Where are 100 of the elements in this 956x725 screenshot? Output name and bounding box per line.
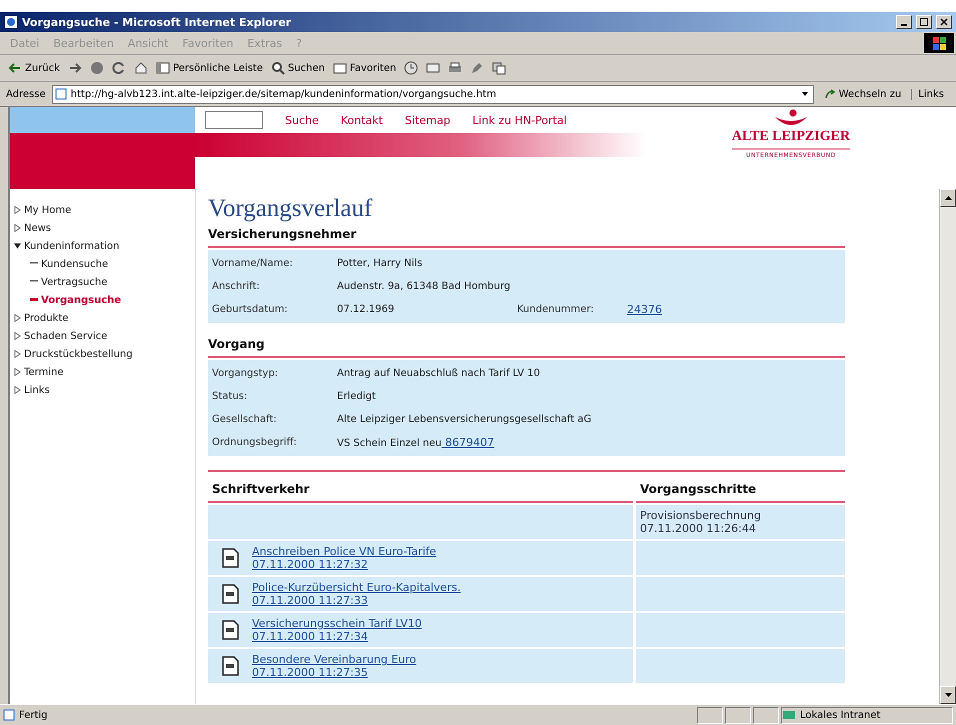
status-pane	[753, 706, 779, 724]
search-field[interactable]	[205, 111, 263, 129]
mail-icon	[426, 61, 440, 75]
collapsed-triangle-icon	[14, 206, 21, 214]
window-title: Vorgangsuche - Microsoft Internet Explorer	[22, 16, 292, 28]
field-value: Audenstr. 9a, 61348 Bad Homburg	[337, 281, 510, 292]
scroll-down-button[interactable]	[940, 686, 956, 704]
maximize-icon	[920, 18, 928, 26]
toolbar-button[interactable]: Zurück	[8, 61, 60, 75]
header-link[interactable]: Suche	[285, 114, 319, 126]
panel-icon	[156, 61, 170, 75]
nav-subitem[interactable]: Vertragsuche	[10, 273, 195, 291]
nav-item[interactable]: Produkte	[10, 309, 195, 327]
scrollbar[interactable]	[939, 189, 956, 704]
expanded-triangle-icon	[14, 242, 21, 250]
collapsed-triangle-icon	[14, 386, 21, 394]
column-header: Schriftverkehr	[208, 472, 633, 503]
document-link[interactable]: Versicherungsschein Tarif LV10	[252, 617, 422, 630]
document-icon	[222, 584, 240, 604]
header-link[interactable]: Link zu HN-Portal	[472, 114, 567, 126]
dash-icon	[30, 262, 38, 266]
toolbar-button[interactable]	[426, 61, 440, 75]
document-icon	[222, 548, 240, 568]
refresh-icon	[112, 61, 126, 75]
section-heading: Versicherungsnehmer	[208, 227, 845, 248]
toolbar-button[interactable]	[492, 61, 506, 75]
collapsed-triangle-icon	[14, 224, 21, 232]
toolbar-button[interactable]: Suchen	[270, 61, 325, 75]
address-field[interactable]: http://hg-alvb123.int.alte-leipziger.de/sitemap/kundeninformation/vorgangsuche.htm	[52, 84, 814, 104]
status-text: Fertig	[3, 709, 695, 721]
address-label: Adresse	[6, 88, 46, 100]
header-link[interactable]: Sitemap	[404, 114, 450, 126]
page-title: Vorgangsverlauf	[208, 195, 374, 223]
nav-item[interactable]: My Home	[10, 201, 195, 219]
dash-icon	[30, 280, 38, 284]
toolbar-button[interactable]: Persönliche Leiste	[156, 61, 263, 75]
nav-subitem[interactable]: Vorgangsuche	[10, 291, 195, 309]
step-text: Provisionsberechnung 07.11.2000 11:26:44	[640, 509, 761, 535]
close-icon	[940, 18, 948, 26]
back-arrow-icon	[8, 61, 22, 75]
nav-item[interactable]: Schaden Service	[10, 327, 195, 345]
dash-icon	[30, 298, 38, 302]
status-pane	[697, 706, 723, 724]
document-time-link[interactable]: 07.11.2000 11:27:33	[252, 594, 461, 607]
field-value: Antrag auf Neuabschluß nach Tarif LV 10	[337, 368, 540, 379]
clock-icon	[404, 61, 418, 75]
close-button[interactable]	[936, 15, 952, 29]
links-button[interactable]: Links	[911, 88, 950, 100]
field-label: Vorname/Name:	[212, 258, 294, 269]
stop-icon	[90, 61, 104, 75]
url-text: http://hg-alvb123.int.alte-leipziger.de/sitemap/kundeninformation/vorgangsuche.htm	[70, 88, 498, 100]
toolbar-button[interactable]: Favoriten	[332, 61, 396, 75]
field-label: Kundenummer:	[517, 304, 595, 315]
header-link[interactable]: Kontakt	[340, 114, 383, 126]
field-label: Anschrift:	[212, 281, 261, 292]
field-label: Ordnungsbegriff:	[212, 437, 298, 448]
up-arrow-icon	[944, 196, 952, 200]
reference-link[interactable]: 8679407	[442, 436, 494, 449]
page-icon	[54, 88, 67, 100]
edit-icon	[470, 61, 484, 75]
document-link[interactable]: Police-Kurzübersicht Euro-Kapitalvers.	[252, 581, 461, 594]
nav-item[interactable]: Kundeninformation	[10, 237, 195, 255]
nav-subitem[interactable]: Kundensuche	[10, 255, 195, 273]
nav-item[interactable]: News	[10, 219, 195, 237]
page-icon	[3, 709, 15, 721]
go-button[interactable]: Wechseln zu	[820, 88, 906, 100]
nav-item[interactable]: Links	[10, 381, 195, 399]
minimize-button[interactable]	[896, 15, 912, 29]
toolbar-button[interactable]	[134, 61, 148, 75]
browser-icon	[4, 15, 18, 29]
printer-icon	[448, 61, 462, 75]
column-header: Vorgangsschritte	[636, 472, 845, 503]
home-icon	[134, 61, 148, 75]
customer-number-link[interactable]: 24376	[627, 303, 845, 316]
field-label: Gesellschaft:	[212, 414, 278, 425]
field-value: 07.12.1969	[337, 304, 396, 315]
collapsed-triangle-icon	[14, 314, 21, 322]
field-label: Geburtsdatum:	[212, 304, 289, 315]
logo-text: ALTE LEIPZIGER	[732, 129, 850, 150]
document-icon	[222, 620, 240, 640]
toolbar-button[interactable]	[112, 61, 126, 75]
field-value: VS Schein Einzel neu	[337, 438, 442, 449]
nav-item[interactable]: Termine	[10, 363, 195, 381]
document-time-link[interactable]: 07.11.2000 11:27:32	[252, 558, 436, 571]
section-heading: Vorgang	[208, 337, 845, 358]
toolbar-button[interactable]	[448, 61, 462, 75]
nav-item[interactable]: Druckstückbestellung	[10, 345, 195, 363]
maximize-button[interactable]	[916, 15, 932, 29]
document-time-link[interactable]: 07.11.2000 11:27:35	[252, 666, 416, 679]
document-time-link[interactable]: 07.11.2000 11:27:34	[252, 630, 422, 643]
document-link[interactable]: Anschreiben Police VN Euro-Tarife	[252, 545, 436, 558]
toolbar-button[interactable]	[68, 61, 82, 75]
field-label: Vorgangstyp:	[212, 368, 280, 379]
collapsed-triangle-icon	[14, 350, 21, 358]
document-link[interactable]: Besondere Vereinbarung Euro	[252, 653, 416, 666]
windows-flag-icon	[924, 33, 954, 53]
toolbar-button[interactable]	[404, 61, 418, 75]
field-value: Erledigt	[337, 391, 376, 402]
scroll-up-button[interactable]	[940, 189, 956, 207]
search-icon	[270, 61, 285, 75]
